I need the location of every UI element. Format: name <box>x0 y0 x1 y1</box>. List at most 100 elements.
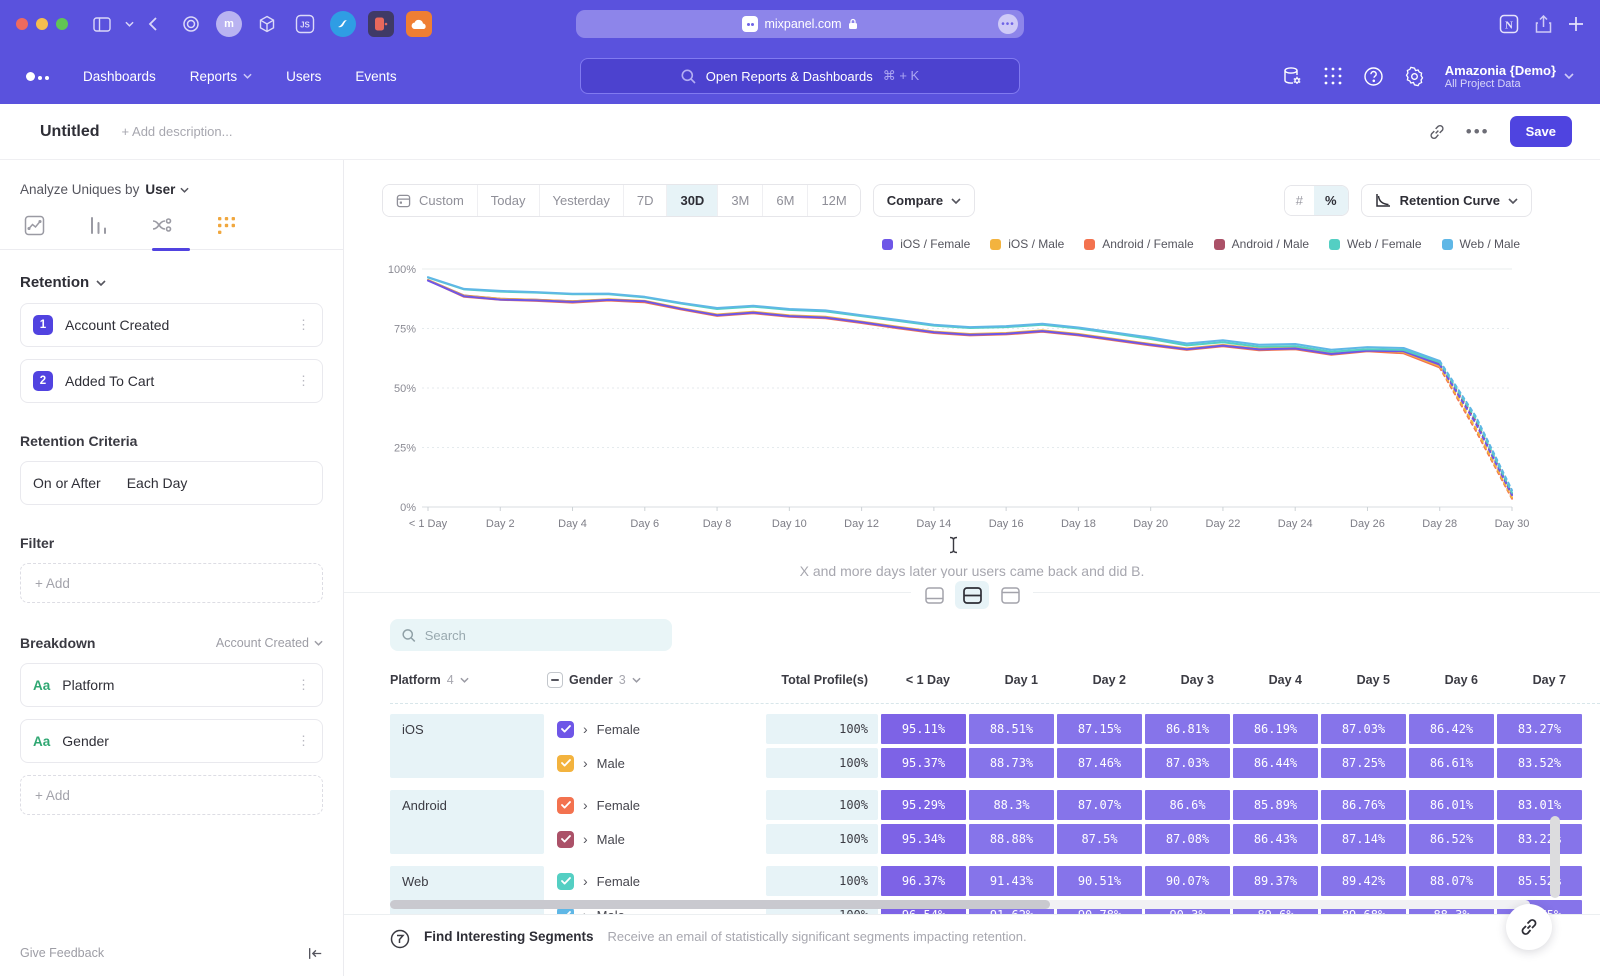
platform-cell[interactable]: iOS <box>390 714 544 778</box>
retention-step-a[interactable]: 1 Account Created ⋮ <box>20 303 323 347</box>
save-button[interactable]: Save <box>1510 116 1572 147</box>
tab-insights[interactable] <box>14 215 54 249</box>
share-icon[interactable] <box>1535 15 1552 34</box>
legend-item[interactable]: Web / Female <box>1329 237 1421 251</box>
new-tab-icon[interactable] <box>1568 16 1584 32</box>
expand-row-icon[interactable]: › <box>583 722 588 736</box>
address-bar[interactable]: mixpanel.com ••• <box>576 10 1024 38</box>
gender-row[interactable]: › Female <box>547 866 763 896</box>
table-search-input[interactable] <box>425 628 660 643</box>
segment-checkbox[interactable] <box>557 797 574 814</box>
split-view-button[interactable] <box>955 581 989 609</box>
tab-funnels[interactable] <box>78 215 118 249</box>
expand-row-icon[interactable]: › <box>583 756 588 770</box>
more-options-icon[interactable]: ••• <box>1466 122 1490 142</box>
give-feedback-link[interactable]: Give Feedback <box>20 946 104 960</box>
global-search-button[interactable]: Open Reports & Dashboards ⌘ + K <box>580 58 1020 94</box>
collapse-sidebar-icon[interactable] <box>307 946 323 961</box>
nav-users[interactable]: Users <box>286 69 321 84</box>
minimize-window-button[interactable] <box>36 18 48 30</box>
criteria-interval[interactable]: Each Day <box>127 475 188 491</box>
report-title[interactable]: Untitled <box>40 123 100 141</box>
gender-row[interactable]: › Male <box>547 824 763 854</box>
gender-column-header[interactable]: Gender3 <box>547 672 763 688</box>
window-controls[interactable] <box>16 18 68 30</box>
mixpanel-logo-icon[interactable] <box>26 72 49 81</box>
workspace-switcher[interactable]: Amazonia {Demo} All Project Data <box>1445 63 1574 90</box>
step-options-icon[interactable]: ⋮ <box>297 373 310 389</box>
date-range-7d[interactable]: 7D <box>624 185 668 216</box>
legend-item[interactable]: Android / Male <box>1214 237 1309 251</box>
recorder-extension-icon[interactable] <box>368 11 394 37</box>
segments-title[interactable]: Find Interesting Segments <box>424 929 594 944</box>
unit-percent-toggle[interactable]: % <box>1314 186 1348 215</box>
cloud-extension-icon[interactable] <box>406 11 432 37</box>
avatar-extension-icon[interactable]: m <box>216 11 242 37</box>
date-range-6m[interactable]: 6M <box>763 185 808 216</box>
breakdown-platform[interactable]: Aa Platform ⋮ <box>20 663 323 707</box>
date-range-3m[interactable]: 3M <box>718 185 763 216</box>
gender-row[interactable]: › Male <box>547 748 763 778</box>
compare-button[interactable]: Compare <box>873 184 975 217</box>
day-column-header[interactable]: Day 7 <box>1497 673 1582 687</box>
legend-item[interactable]: Web / Male <box>1442 237 1520 251</box>
tab-overflow-icon[interactable]: ••• <box>998 14 1018 34</box>
vertical-scrollbar-thumb[interactable] <box>1550 816 1560 898</box>
unit-number-toggle[interactable]: # <box>1285 186 1314 215</box>
total-profiles-header[interactable]: Total Profile(s) <box>766 673 878 687</box>
day-column-header[interactable]: < 1 Day <box>881 673 966 687</box>
apps-grid-icon[interactable] <box>1323 66 1343 86</box>
js-extension-icon[interactable]: JS <box>292 11 318 37</box>
day-column-header[interactable]: Day 6 <box>1409 673 1494 687</box>
analyze-entity-dropdown[interactable]: User <box>145 182 189 197</box>
expand-row-icon[interactable]: › <box>583 832 588 846</box>
legend-item[interactable]: iOS / Female <box>882 237 970 251</box>
date-range-12m[interactable]: 12M <box>808 185 859 216</box>
nav-events[interactable]: Events <box>355 69 396 84</box>
tab-flows[interactable] <box>142 215 182 249</box>
nav-reports[interactable]: Reports <box>190 69 252 84</box>
segment-checkbox[interactable] <box>557 721 574 738</box>
step-options-icon[interactable]: ⋮ <box>297 317 310 333</box>
retention-criteria-card[interactable]: On or After Each Day <box>20 461 323 505</box>
notion-pin-icon[interactable]: N <box>1499 14 1519 34</box>
legend-item[interactable]: iOS / Male <box>990 237 1064 251</box>
copy-link-icon[interactable] <box>1428 123 1446 141</box>
add-filter-button[interactable]: + Add <box>20 563 323 603</box>
select-all-checkbox[interactable] <box>547 672 563 688</box>
breakdown-gender[interactable]: Aa Gender ⋮ <box>20 719 323 763</box>
close-window-button[interactable] <box>16 18 28 30</box>
day-column-header[interactable]: Day 2 <box>1057 673 1142 687</box>
date-range-yesterday[interactable]: Yesterday <box>540 185 624 216</box>
sidebar-panels-icon[interactable] <box>93 17 111 32</box>
tab-retention[interactable] <box>206 215 246 249</box>
criteria-mode[interactable]: On or After <box>33 475 101 491</box>
segment-checkbox[interactable] <box>557 831 574 848</box>
share-link-fab[interactable] <box>1506 904 1552 950</box>
table-only-view-button[interactable] <box>993 581 1027 609</box>
day-column-header[interactable]: Day 3 <box>1145 673 1230 687</box>
horizontal-scrollbar-thumb[interactable] <box>390 900 1050 909</box>
day-column-header[interactable]: Day 1 <box>969 673 1054 687</box>
add-description-button[interactable]: + Add description... <box>122 124 233 139</box>
day-column-header[interactable]: Day 4 <box>1233 673 1318 687</box>
platform-cell[interactable]: Android <box>390 790 544 854</box>
chart-only-view-button[interactable] <box>917 581 951 609</box>
help-icon[interactable] <box>1363 66 1384 87</box>
chart-type-dropdown[interactable]: Retention Curve <box>1361 184 1532 217</box>
gender-row[interactable]: › Female <box>547 790 763 820</box>
breakdown-scope-dropdown[interactable]: Account Created <box>216 636 323 650</box>
nav-dashboards[interactable]: Dashboards <box>83 69 156 84</box>
date-range-30d[interactable]: 30D <box>667 185 718 216</box>
chevron-down-icon[interactable] <box>125 21 134 27</box>
breakdown-options-icon[interactable]: ⋮ <box>297 733 310 749</box>
data-management-icon[interactable] <box>1281 65 1303 87</box>
horizontal-scrollbar[interactable] <box>390 900 1530 909</box>
date-range-custom[interactable]: Custom <box>383 185 478 216</box>
add-breakdown-button[interactable]: + Add <box>20 775 323 815</box>
retention-section-header[interactable]: Retention <box>20 274 323 291</box>
table-search[interactable] <box>390 619 672 651</box>
target-extension-icon[interactable] <box>178 11 204 37</box>
back-icon[interactable] <box>148 17 157 31</box>
segment-checkbox[interactable] <box>557 755 574 772</box>
